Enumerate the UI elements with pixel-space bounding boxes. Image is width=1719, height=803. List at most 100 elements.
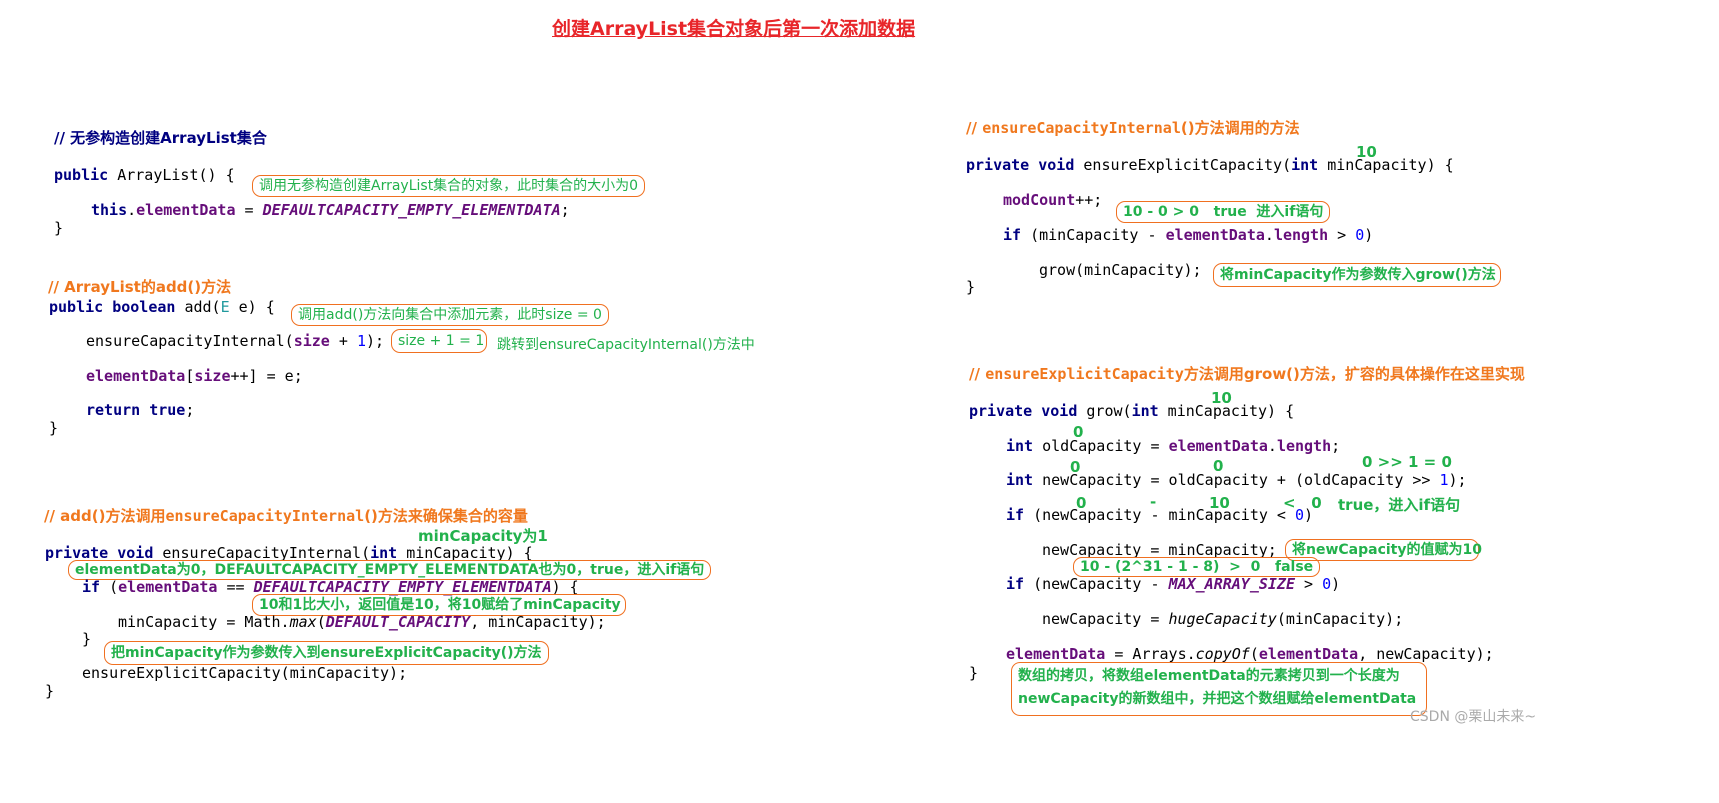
keyword-true: true <box>149 401 186 419</box>
method-max: max <box>289 613 317 631</box>
code-line-grow-call: grow(minCapacity); <box>1039 261 1202 279</box>
code-text: ) <box>1364 226 1374 244</box>
code-line-close-brace: } <box>966 278 976 296</box>
constant-default-empty: DEFAULTCAPACITY_EMPTY_ELEMENTDATA <box>262 201 561 219</box>
field-elementdata: elementData <box>1165 226 1265 244</box>
code-text: . <box>1264 226 1274 244</box>
code-text: > <box>1295 575 1323 593</box>
code-text: ensureExplicitCapacity( <box>1074 156 1292 174</box>
code-line-if-new-less: if (newCapacity - minCapacity < 0) <box>1006 505 1313 525</box>
number-literal: 0 <box>1322 575 1332 593</box>
code-line-copy-of: elementData = Arrays.copyOf(elementData,… <box>1006 644 1494 664</box>
code-text: (newCapacity - <box>1024 575 1169 593</box>
constant-default-capacity: DEFAULT_CAPACITY <box>325 613 471 631</box>
code-line-huge-capacity: newCapacity = hugeCapacity(minCapacity); <box>1042 609 1403 629</box>
comment-text: // <box>966 119 983 137</box>
number-literal: 1 <box>1439 471 1449 489</box>
comment-text: // add()方法调用 <box>44 507 166 525</box>
code-line-modcount: modCount++; <box>1003 190 1102 210</box>
field-elementdata: elementData <box>118 578 218 596</box>
comment-add-method: // ArrayList的add()方法 <box>48 278 232 296</box>
code-line-close-brace: } <box>49 419 59 437</box>
code-text: ( <box>1249 645 1259 663</box>
code-line-if-max-array: if (newCapacity - MAX_ARRAY_SIZE > 0) <box>1006 574 1340 594</box>
keyword-public: public <box>54 166 109 184</box>
code-line-close-brace: } <box>969 664 979 682</box>
code-line-array-assign: elementData[size++] = e; <box>86 366 303 386</box>
field-elementdata: elementData <box>1258 645 1359 663</box>
code-line-constructor-signature: public ArrayList() { <box>54 165 235 185</box>
field-length: length <box>1276 437 1332 455</box>
comment-text: ()方法调用的方法 <box>1180 119 1300 137</box>
field-elementdata: elementData <box>86 367 186 385</box>
method-huge-capacity: hugeCapacity <box>1168 610 1277 628</box>
code-text: ) <box>1304 506 1314 524</box>
keyword-if: if <box>1006 575 1025 593</box>
comment-text: ()方法来确保集合的容量 <box>364 507 528 525</box>
code-text: = <box>235 201 263 219</box>
note-jump-ensure: 跳转到ensureCapacityInternal()方法中 <box>497 337 755 353</box>
keyword-if: if <box>1003 226 1022 244</box>
comment-no-arg-constructor: // 无参构造创建ArrayList集合 <box>54 129 267 147</box>
code-text: ArrayList() { <box>108 166 235 184</box>
code-line-explicit-signature: private void ensureExplicitCapacity(int … <box>966 155 1454 175</box>
comment-method-name: ensureCapacityInternal <box>982 119 1181 137</box>
code-text: grow( <box>1077 402 1132 420</box>
keyword-private: private <box>969 402 1033 420</box>
code-text: > <box>1328 226 1356 244</box>
code-line-old-capacity: int oldCapacity = elementData.length; <box>1006 436 1340 456</box>
code-text: == <box>217 578 254 596</box>
number-literal: 0 <box>1355 226 1365 244</box>
label-shift-result: 0 >> 1 = 0 <box>1362 453 1452 471</box>
keyword-void: void <box>1041 402 1078 420</box>
keyword-int: int <box>1006 437 1034 455</box>
note-array-copy-line1: 数组的拷贝，将数组elementData的元素拷贝到一个长度为 <box>1018 668 1400 684</box>
code-text: ; <box>560 201 570 219</box>
code-text: e) { <box>229 298 275 316</box>
code-text: minCapacity = Math. <box>118 613 290 631</box>
code-text: newCapacity = oldCapacity + (oldCapacity… <box>1033 471 1440 489</box>
keyword-if: if <box>82 578 101 596</box>
code-text: , newCapacity); <box>1358 645 1494 663</box>
keyword-private: private <box>966 156 1030 174</box>
note-array-copy: 数组的拷贝，将数组elementData的元素拷贝到一个长度为 newCapaci… <box>1011 662 1427 716</box>
code-line-close-brace: } <box>54 219 64 237</box>
number-literal: 0 <box>1295 506 1305 524</box>
code-text: = Arrays. <box>1105 645 1196 663</box>
code-text: minCapacity) { <box>1158 402 1295 420</box>
code-line-grow-signature: private void grow(int minCapacity) { <box>969 401 1294 421</box>
code-line-close-brace: } <box>82 630 92 648</box>
code-text: . <box>127 201 137 219</box>
code-line-return: return true; <box>86 400 194 420</box>
note-size-plus-one: size + 1 = 1 <box>391 329 487 353</box>
code-text: ; <box>1331 437 1341 455</box>
code-line-if-grow: if (minCapacity - elementData.length > 0… <box>1003 225 1373 245</box>
comment-text: 方法调用grow()方法，扩容的具体操作在这里实现 <box>1183 365 1525 383</box>
code-text: ); <box>365 332 385 350</box>
field-size: size <box>194 367 231 385</box>
code-line-new-capacity: int newCapacity = oldCapacity + (oldCapa… <box>1006 470 1467 490</box>
keyword-boolean: boolean <box>112 298 176 316</box>
comment-ensure-internal: // add()方法调用ensureCapacityInternal()方法来确… <box>44 505 528 526</box>
code-text: ); <box>1448 471 1467 489</box>
code-text: ) <box>1331 575 1341 593</box>
comment-method-name: ensureExplicitCapacity <box>985 365 1184 383</box>
code-text: ++] = e; <box>230 367 303 385</box>
keyword-this: this <box>91 201 128 219</box>
number-literal: 1 <box>356 332 366 350</box>
note-array-copy-line2: newCapacity的新数组中，并把这个数组赋给elementData <box>1018 691 1417 707</box>
keyword-if: if <box>1006 506 1025 524</box>
code-line-close-brace: } <box>45 682 55 700</box>
watermark: CSDN @栗山未来~ <box>1410 709 1537 725</box>
keyword-int: int <box>1131 402 1159 420</box>
label-true-enter-if: true，进入if语句 <box>1338 496 1461 514</box>
code-text: ( <box>316 613 326 631</box>
code-text: ensureCapacityInternal( <box>86 332 294 350</box>
comment-text: // <box>969 365 986 383</box>
code-text: . <box>1267 437 1277 455</box>
code-text: add( <box>175 298 221 316</box>
code-text: ++; <box>1075 191 1103 209</box>
